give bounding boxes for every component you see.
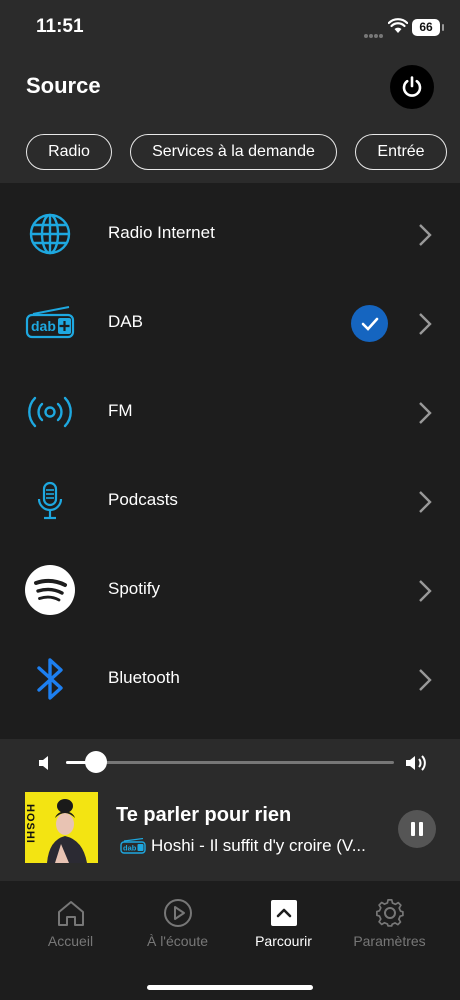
nav-label: À l'écoute: [146, 933, 209, 949]
track-title: Te parler pour rien: [116, 804, 292, 826]
source-item-podcasts[interactable]: Podcasts: [0, 457, 460, 546]
nav-label: Paramètres: [353, 933, 426, 949]
source-item-fm[interactable]: FM: [0, 368, 460, 457]
home-indicator: [147, 985, 313, 990]
wifi-icon: [388, 18, 408, 33]
tab-entree[interactable]: Entrée: [355, 134, 447, 170]
signal-dots-icon: [364, 25, 384, 38]
volume-low-icon: [39, 756, 48, 770]
source-label: Spotify: [108, 579, 160, 598]
dab-plus-icon: dab: [120, 838, 146, 854]
source-tabs: Radio Services à la demande Entrée: [0, 134, 460, 170]
chevron-right-icon: [419, 580, 432, 602]
chevron-right-icon: [419, 491, 432, 513]
globe-icon: [24, 208, 76, 260]
chevron-right-icon: [419, 313, 432, 335]
track-subtitle: Hoshi - Il suffit d'y croire (V...: [151, 836, 366, 855]
source-label: Podcasts: [108, 490, 178, 509]
source-item-bluetooth[interactable]: Bluetooth: [0, 635, 460, 724]
nav-item-a-l-ecoute[interactable]: À l'écoute: [120, 881, 235, 971]
volume-slider-track[interactable]: [66, 761, 394, 764]
battery-indicator: 66: [412, 19, 444, 36]
chevron-right-icon: [419, 402, 432, 424]
bluetooth-icon: [24, 653, 76, 705]
pause-bar: [411, 822, 415, 836]
source-item-radio-internet[interactable]: Radio Internet: [0, 190, 460, 279]
home-icon: [55, 897, 87, 929]
volume-high-icon: [406, 755, 426, 771]
nav-item-parametres[interactable]: Paramètres: [332, 881, 447, 971]
source-label: Radio Internet: [108, 223, 215, 242]
bottom-nav: Accueil À l'écoute Parcourir Paramètres: [0, 881, 460, 1000]
source-item-spotify[interactable]: Spotify: [0, 546, 460, 635]
chevron-right-icon: [419, 669, 432, 691]
album-art-text: HOSHI: [25, 804, 36, 844]
volume-slider-thumb[interactable]: [84, 751, 107, 773]
nav-item-accueil[interactable]: Accueil: [13, 881, 128, 971]
play-circle-icon: [162, 897, 194, 929]
source-label: Bluetooth: [108, 668, 180, 687]
svg-text:dab: dab: [31, 318, 56, 334]
power-icon: [402, 76, 422, 97]
now-playing-bar: HOSHI Te parler pour rien dab Hoshi - Il…: [0, 739, 460, 881]
nav-label: Accueil: [47, 933, 94, 949]
nav-label: Parcourir: [255, 933, 312, 949]
header: Source Radio Services à la demande Entré…: [0, 56, 460, 183]
pause-bar: [419, 822, 423, 836]
tab-radio[interactable]: Radio: [26, 134, 112, 170]
source-item-dab[interactable]: dab DAB: [0, 279, 460, 368]
source-label: DAB: [108, 312, 143, 331]
browse-icon: [268, 897, 300, 929]
tab-services-a-la-demande[interactable]: Services à la demande: [130, 134, 337, 170]
microphone-icon: [24, 475, 76, 527]
fm-radio-waves-icon: [24, 386, 76, 438]
pause-button[interactable]: [398, 810, 436, 848]
svg-text:dab: dab: [123, 844, 137, 853]
status-bar: 11:51 66: [0, 0, 460, 56]
gear-icon: [374, 897, 406, 929]
power-button[interactable]: [390, 65, 434, 109]
page-title: Source: [26, 73, 101, 98]
album-art[interactable]: HOSHI: [25, 792, 98, 863]
status-time: 11:51: [36, 16, 84, 37]
selected-check-icon: [351, 305, 388, 342]
spotify-icon: [24, 564, 76, 616]
dab-plus-icon: dab: [24, 297, 76, 349]
source-label: FM: [108, 401, 133, 420]
chevron-right-icon: [419, 224, 432, 246]
nav-item-parcourir[interactable]: Parcourir: [226, 881, 341, 971]
